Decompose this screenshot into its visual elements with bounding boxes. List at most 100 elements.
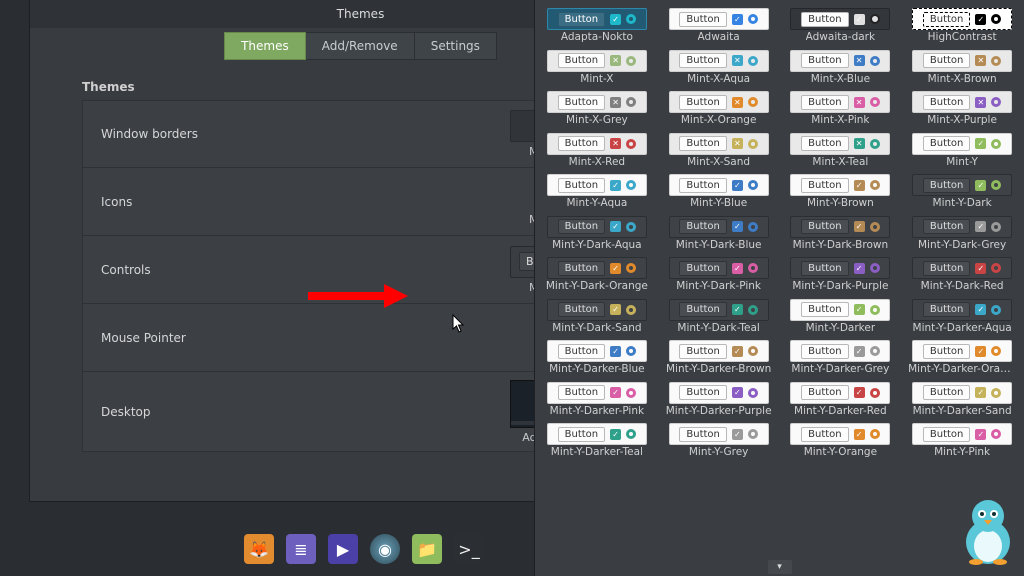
radio-icon (626, 180, 636, 190)
theme-name-label: Mint-X (580, 74, 613, 86)
checkbox-check-icon (732, 263, 743, 274)
theme-swatch: Button (547, 174, 647, 196)
theme-option[interactable]: Button Mint-Y-Dark-Pink (663, 257, 775, 295)
theme-swatch: Button (912, 174, 1012, 196)
sample-button: Button (801, 427, 849, 442)
sample-button: Button (679, 12, 727, 27)
theme-option[interactable]: ButtonMint-X-Blue (785, 50, 897, 88)
theme-swatch: Button (790, 216, 890, 238)
theme-swatch: Button (547, 91, 647, 113)
checkbox-x-icon (732, 97, 743, 108)
checkbox-check-icon (975, 138, 986, 149)
theme-option[interactable]: ButtonMint-Y-Darker-Pink (541, 382, 653, 420)
sample-button: Button (558, 385, 606, 400)
dock-media-player-icon[interactable]: ▶ (328, 534, 358, 564)
sample-button: Button (801, 12, 849, 27)
theme-name-label: Mint-Y-Darker-Blue (549, 364, 645, 376)
theme-option[interactable]: ButtonMint-Y-Dark-Brown (785, 216, 897, 254)
checkbox-check-icon (732, 387, 743, 398)
theme-name-label: HighContrast (928, 32, 997, 44)
checkbox-check-icon (975, 304, 986, 315)
row-desktop-label: Desktop (101, 405, 504, 419)
dock-text-editor-icon[interactable]: ≣ (286, 534, 316, 564)
theme-option[interactable]: ButtonMint-Y-Dark-Teal (663, 299, 775, 337)
sample-button: Button (801, 219, 849, 234)
theme-option[interactable]: ButtonMint-Y-Darker-Aqua (906, 299, 1018, 337)
radio-icon (991, 429, 1001, 439)
theme-option[interactable]: ButtonMint-Y-Dark (906, 174, 1018, 212)
sample-button: Button (679, 53, 727, 68)
radio-icon (748, 305, 758, 315)
theme-swatch: Button (547, 382, 647, 404)
sample-button: Button (558, 95, 606, 110)
dock-web-icon[interactable]: ◉ (370, 534, 400, 564)
theme-option[interactable]: Button Mint-X-Aqua (663, 50, 775, 88)
theme-option[interactable]: ButtonMint-Y-Aqua (541, 174, 653, 212)
theme-option[interactable]: ButtonMint-Y-Darker-Sand (906, 382, 1018, 420)
checkbox-x-icon (854, 55, 865, 66)
theme-option[interactable]: ButtonMint-Y-Darker-Brown (663, 340, 775, 378)
theme-option[interactable]: ButtonMint-Y-Dark-Aqua (541, 216, 653, 254)
theme-option[interactable]: ButtonMint-Y (906, 133, 1018, 171)
theme-option[interactable]: ButtonMint-Y-Dark-Blue (663, 216, 775, 254)
theme-option[interactable]: ButtonMint-X-Grey (541, 91, 653, 129)
dock-firefox-icon[interactable]: 🦊 (244, 534, 274, 564)
theme-option[interactable]: ButtonMint-X-Red (541, 133, 653, 171)
sample-button: Button (679, 427, 727, 442)
theme-option[interactable]: ButtonMint-Y-Dark-Purple (785, 257, 897, 295)
theme-option[interactable]: ButtonMint-Y-Dark-Red (906, 257, 1018, 295)
theme-option[interactable]: ButtonMint-Y-Darker (785, 299, 897, 337)
theme-option[interactable]: ButtonMint-Y-Pink (906, 423, 1018, 461)
theme-option[interactable]: ButtonAdwaita-dark (785, 8, 897, 46)
theme-option[interactable]: ButtonMint-Y-Grey (663, 423, 775, 461)
radio-icon (870, 429, 880, 439)
dock-files-icon[interactable]: 📁 (412, 534, 442, 564)
theme-swatch: Button (669, 299, 769, 321)
sample-button: Button (558, 344, 606, 359)
theme-option[interactable]: ButtonMint-Y-Darker-Orange (906, 340, 1018, 378)
theme-option[interactable]: ButtonMint-Y-Dark-Grey (906, 216, 1018, 254)
radio-icon (626, 263, 636, 273)
radio-icon (748, 429, 758, 439)
theme-option[interactable]: ButtonMint-Y-Orange (785, 423, 897, 461)
theme-option[interactable]: ButtonMint-X-Teal (785, 133, 897, 171)
tab-add-remove[interactable]: Add/Remove (306, 32, 415, 60)
theme-option[interactable]: ButtonMint-X-Pink (785, 91, 897, 129)
theme-option[interactable]: ButtonMint-X (541, 50, 653, 88)
checkbox-check-icon (610, 14, 621, 25)
theme-option[interactable]: ButtonMint-Y-Blue (663, 174, 775, 212)
tab-themes[interactable]: Themes (224, 32, 306, 60)
theme-name-label: Mint-Y-Dark-Purple (792, 281, 888, 293)
theme-option[interactable]: ButtonMint-X-Sand (663, 133, 775, 171)
theme-name-label: Mint-Y-Dark-Pink (676, 281, 761, 293)
theme-option[interactable]: ButtonMint-X-Purple (906, 91, 1018, 129)
theme-option[interactable]: ButtonAdwaita (663, 8, 775, 46)
theme-option[interactable]: ButtonMint-Y-Darker-Teal (541, 423, 653, 461)
theme-option[interactable]: ButtonMint-X-Brown (906, 50, 1018, 88)
theme-option[interactable]: ButtonMint-Y-Darker-Red (785, 382, 897, 420)
checkbox-check-icon (975, 180, 986, 191)
theme-option[interactable]: ButtonMint-Y-Darker-Purple (663, 382, 775, 420)
sample-button: Button (679, 261, 727, 276)
theme-option[interactable]: ButtonMint-X-Orange (663, 91, 775, 129)
theme-name-label: Mint-X-Aqua (687, 74, 750, 86)
theme-swatch: Button (912, 299, 1012, 321)
more-themes-button[interactable]: ▾ (768, 560, 792, 574)
theme-option[interactable]: ButtonAdapta-Nokto (541, 8, 653, 46)
checkbox-check-icon (610, 263, 621, 274)
theme-name-label: Mint-Y-Dark-Sand (552, 323, 641, 335)
sample-button: Button (923, 344, 971, 359)
theme-option[interactable]: ButtonHighContrast (906, 8, 1018, 46)
dock-terminal-icon[interactable]: >_ (454, 534, 484, 564)
theme-swatch: Button (669, 216, 769, 238)
theme-name-label: Mint-Y-Pink (934, 447, 990, 459)
theme-option[interactable]: ButtonMint-Y-Dark-Orange (541, 257, 653, 295)
theme-option[interactable]: ButtonMint-Y-Darker-Grey (785, 340, 897, 378)
theme-option[interactable]: ButtonMint-Y-Dark-Sand (541, 299, 653, 337)
theme-name-label: Mint-Y-Dark-Grey (918, 240, 1006, 252)
theme-option[interactable]: ButtonMint-Y-Brown (785, 174, 897, 212)
tab-settings[interactable]: Settings (415, 32, 497, 60)
theme-swatch: Button (547, 340, 647, 362)
theme-option[interactable]: Button Mint-Y-Darker-Blue (541, 340, 653, 378)
theme-swatch: Button (790, 8, 890, 30)
